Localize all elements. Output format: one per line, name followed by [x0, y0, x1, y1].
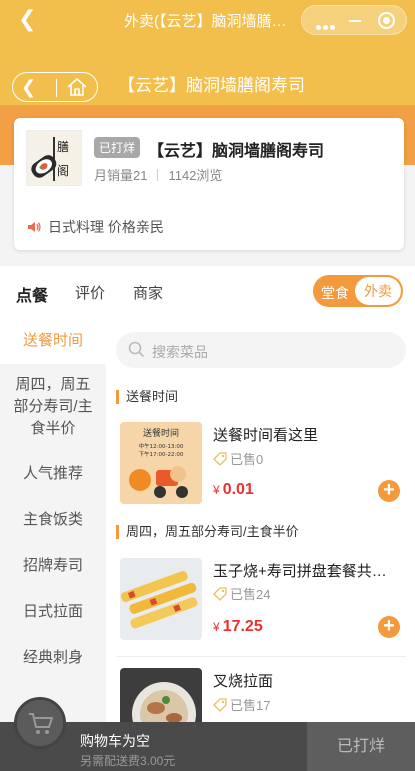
store-info-card[interactable]: 膳 阁 已打烊 【云艺】脑洞墙膳阁寿司 月销量21 1142浏览 日式料理 价格亲… — [14, 118, 404, 250]
category-item[interactable]: 招牌寿司 — [0, 555, 106, 577]
category-item[interactable]: 经典刺身 — [0, 647, 106, 669]
tab-reviews[interactable]: 评价 — [75, 282, 105, 303]
monthly-sales: 月销量21 — [94, 168, 148, 183]
cart-empty-text: 购物车为空 — [80, 733, 150, 749]
header-store-title: 【云艺】脑洞墙膳阁寿司 — [118, 76, 305, 95]
sold-count: 已售0 — [213, 449, 263, 469]
speaker-icon — [26, 219, 42, 238]
status-badge: 已打烊 — [94, 137, 141, 158]
dish-image[interactable]: 送餐时间 中午12:00-13:00 下午17:00-22:00 — [120, 422, 202, 504]
notice-text: 日式料理 价格亲民 — [48, 219, 164, 235]
tag-icon — [213, 452, 227, 469]
row-divider — [116, 656, 406, 657]
category-item[interactable]: 人气推荐 — [0, 463, 106, 485]
dish-image[interactable] — [120, 558, 202, 640]
store-logo: 膳 阁 — [26, 130, 82, 186]
svg-text:阁: 阁 — [57, 164, 69, 178]
svg-text:膳: 膳 — [57, 139, 69, 154]
back-chevron-icon[interactable]: ❮ — [18, 8, 36, 30]
home-icon[interactable] — [66, 77, 88, 102]
dish-name: 叉烧拉面 — [213, 673, 274, 690]
stats-divider — [157, 169, 159, 181]
svg-text:中午12:00-13:00: 中午12:00-13:00 — [139, 442, 184, 450]
back-icon[interactable]: ❮ — [21, 76, 36, 98]
search-placeholder: 搜索菜品 — [152, 344, 208, 360]
add-to-cart-button[interactable]: + — [378, 616, 400, 638]
svg-text:下午17:00-22:00: 下午17:00-22:00 — [139, 450, 184, 458]
store-stats: 月销量21 1142浏览 — [94, 165, 222, 184]
category-item[interactable]: 送餐时间 — [0, 318, 106, 364]
minimize-icon[interactable] — [349, 20, 361, 22]
menu-list: 搜索菜品 送餐时间 送餐时间 中午12:00-13:00 下午17:00-22:… — [106, 318, 415, 728]
category-item[interactable]: 周四，周五部分寿司/主食半价 — [0, 374, 106, 440]
mini-program-titlebar: ❮ 外卖(【云艺】脑洞墙膳阁寿司 — [0, 0, 415, 40]
tag-icon — [213, 698, 227, 715]
section-header: 送餐时间 — [116, 390, 178, 404]
dish-price: ¥17.25 — [213, 618, 263, 635]
nav-divider — [56, 79, 57, 97]
more-icon[interactable] — [316, 17, 337, 35]
nav-pill: ❮ — [12, 72, 98, 102]
cart-icon — [28, 712, 54, 741]
sold-count: 已售24 — [213, 584, 270, 604]
dine-in-option[interactable]: 堂食 — [321, 283, 349, 303]
dish-price: ¥0.01 — [213, 481, 254, 498]
section-header: 周四，周五部分寿司/主食半价 — [116, 525, 299, 539]
dish-name: 送餐时间看这里 — [213, 427, 319, 444]
delivery-fee-text: 另需配送费3.00元 — [80, 754, 176, 768]
order-mode-toggle[interactable]: 堂食 外卖 — [313, 275, 403, 307]
cart-button[interactable] — [14, 697, 66, 749]
search-input[interactable]: 搜索菜品 — [116, 332, 406, 368]
search-icon — [128, 341, 145, 363]
window-title: 外卖(【云艺】脑洞墙膳阁寿司 — [124, 13, 294, 30]
takeout-option[interactable]: 外卖 — [355, 277, 401, 305]
svg-text:送餐时间: 送餐时间 — [143, 427, 179, 439]
sold-count: 已售17 — [213, 695, 270, 715]
dish-name: 玉子烧+寿司拼盘套餐共… — [213, 563, 387, 580]
capsule-menu — [301, 5, 407, 35]
close-target-icon[interactable] — [378, 12, 395, 29]
store-name: 【云艺】脑洞墙膳阁寿司 — [148, 143, 325, 160]
dish-image[interactable] — [120, 668, 202, 728]
tag-icon — [213, 587, 227, 604]
category-item[interactable]: 主食饭类 — [0, 509, 106, 531]
tab-merchant[interactable]: 商家 — [133, 282, 163, 303]
view-count: 1142浏览 — [168, 168, 223, 183]
tab-order[interactable]: 点餐 — [16, 282, 48, 306]
store-notice: 日式料理 价格亲民 — [26, 217, 164, 238]
add-to-cart-button[interactable]: + — [378, 480, 400, 502]
category-sidebar: 送餐时间 周四，周五部分寿司/主食半价 人气推荐 主食饭类 招牌寿司 日式拉面 … — [0, 318, 106, 728]
category-item[interactable]: 日式拉面 — [0, 601, 106, 623]
checkout-button[interactable]: 已打烊 — [307, 722, 415, 771]
